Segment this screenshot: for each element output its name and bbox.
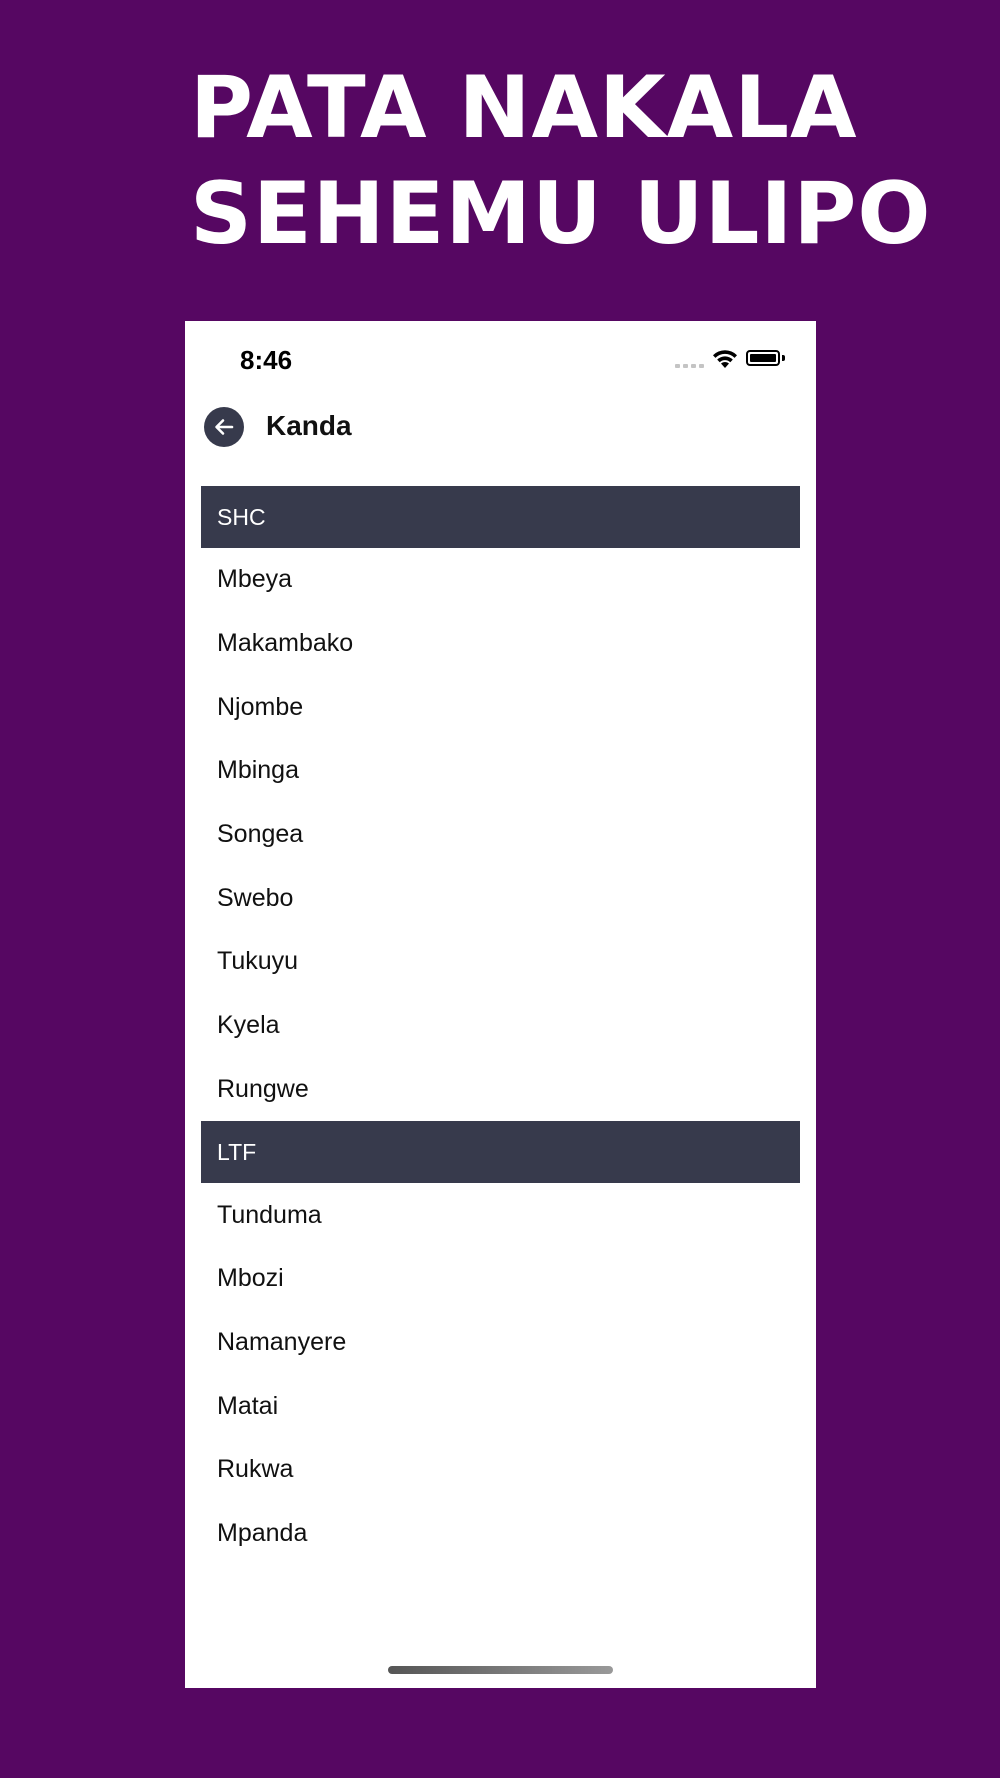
list-item[interactable]: Tukuyu	[201, 930, 800, 994]
cellular-signal-icon	[675, 364, 704, 368]
page-title: Kanda	[266, 410, 352, 441]
list-item[interactable]: Makambako	[201, 612, 800, 676]
list-item[interactable]: Namanyere	[201, 1311, 800, 1375]
nav-bar: Kanda	[185, 401, 816, 469]
status-time: 8:46	[240, 345, 293, 375]
list-item[interactable]: Rukwa	[201, 1438, 800, 1502]
arrow-left-icon	[215, 419, 234, 435]
list-item[interactable]: Mbinga	[201, 739, 800, 803]
list-item[interactable]: Mpanda	[201, 1502, 800, 1566]
list-item[interactable]: Kyela	[201, 994, 800, 1058]
list-item[interactable]: Matai	[201, 1374, 800, 1438]
promo-headline: PATA NAKALA SEHEMU ULIPO	[190, 55, 950, 267]
section-header-shc: SHC	[201, 486, 800, 548]
list-item[interactable]: Swebo	[201, 866, 800, 930]
list-item[interactable]: Rungwe	[201, 1058, 800, 1122]
back-button[interactable]	[204, 407, 244, 447]
section-header-ltf: LTF	[201, 1121, 800, 1184]
headline-line-2: SEHEMU ULIPO	[190, 164, 932, 264]
region-list: SHC Mbeya Makambako Njombe Mbinga Songea…	[201, 486, 800, 1565]
battery-cap	[782, 355, 785, 361]
list-item[interactable]: Tunduma	[201, 1183, 800, 1247]
list-item[interactable]: Mbozi	[201, 1247, 800, 1311]
list-item[interactable]: Njombe	[201, 675, 800, 739]
wifi-icon	[713, 350, 737, 368]
list-item[interactable]: Songea	[201, 803, 800, 867]
battery-icon	[746, 350, 780, 366]
phone-screen: 8:46 Kanda SHC Mbeya Makambako Njombe Mb…	[185, 321, 816, 1688]
status-bar: 8:46	[185, 321, 816, 381]
list-item[interactable]: Mbeya	[201, 548, 800, 612]
headline-line-1: PATA NAKALA	[190, 58, 858, 158]
home-indicator[interactable]	[388, 1666, 613, 1674]
